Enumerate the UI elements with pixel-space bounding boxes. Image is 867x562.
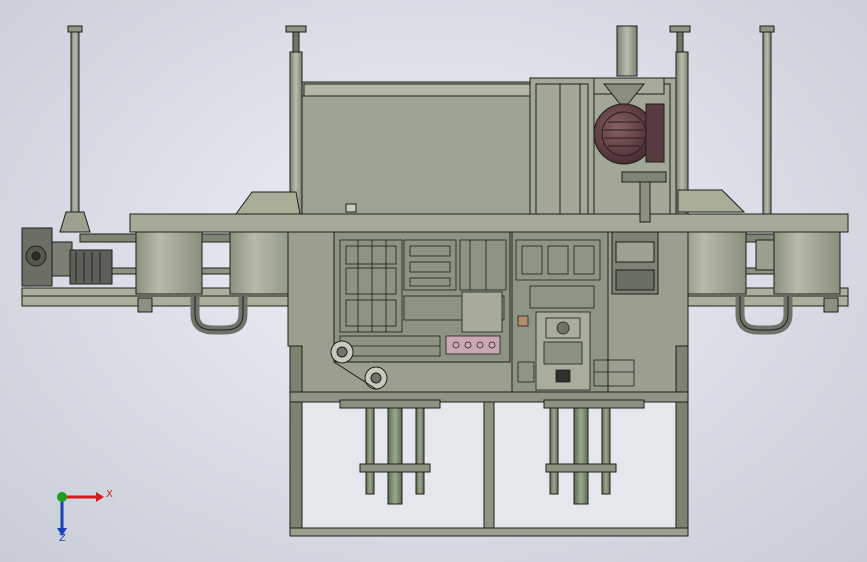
post-far-right xyxy=(759,25,775,33)
shelf-right xyxy=(677,189,746,213)
shelf-left xyxy=(235,191,301,215)
hood-label xyxy=(345,203,357,213)
rail-top xyxy=(129,213,849,233)
y-axis-origin xyxy=(57,492,67,502)
orange-part xyxy=(517,315,529,327)
motor-fan-housing xyxy=(593,103,655,165)
post-mid-right xyxy=(616,25,638,77)
x-axis-label: X xyxy=(106,489,113,500)
drum-1 xyxy=(135,231,203,295)
post-far-right-shaft xyxy=(762,31,772,217)
post-right-stem xyxy=(676,31,684,53)
rod-plate-right xyxy=(545,463,617,473)
post-far-left-shaft xyxy=(70,31,80,213)
axis-triad: X Z xyxy=(57,489,113,542)
machine-assembly-drawing xyxy=(21,25,849,537)
drum-4 xyxy=(773,231,841,295)
post-left-cap xyxy=(285,25,307,33)
drum-3 xyxy=(679,231,747,295)
post-far-left-foot xyxy=(59,211,91,233)
hood-panel xyxy=(301,81,533,223)
pink-component xyxy=(445,335,501,355)
post-far-left xyxy=(67,25,83,33)
lower-leg-right xyxy=(675,345,689,537)
x-axis-arrow xyxy=(96,492,104,502)
z-axis-label: Z xyxy=(59,533,66,542)
post-right-cap xyxy=(669,25,691,33)
cad-viewport[interactable]: X Z xyxy=(0,0,867,562)
post-left-stem xyxy=(292,31,300,53)
rod-plate-left xyxy=(359,463,431,473)
lower-leg-left xyxy=(289,345,303,537)
tank-divider xyxy=(483,391,495,537)
